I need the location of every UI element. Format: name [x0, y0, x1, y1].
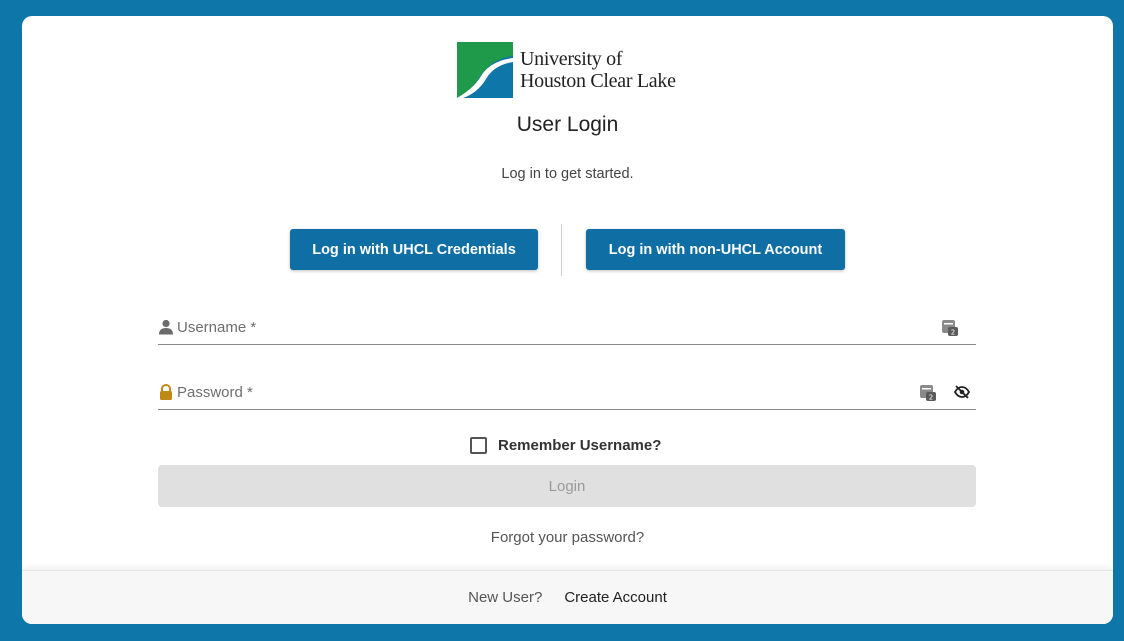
- password-manager-icon[interactable]: 2: [920, 384, 936, 401]
- remember-username[interactable]: Remember Username?: [470, 434, 661, 456]
- create-account-link[interactable]: Create Account: [564, 589, 667, 606]
- logo-line-2: Houston Clear Lake: [520, 70, 676, 92]
- password-field[interactable]: Password * 2: [158, 376, 976, 410]
- username-input[interactable]: [177, 315, 917, 341]
- button-divider: [561, 224, 562, 276]
- user-icon: [159, 319, 173, 335]
- footer-bar: New User? Create Account: [22, 570, 1113, 624]
- forgot-password-link[interactable]: Forgot your password?: [22, 529, 1113, 546]
- login-button[interactable]: Login: [158, 465, 976, 507]
- uhcl-logo-mark: [457, 42, 513, 98]
- remember-username-checkbox[interactable]: [470, 436, 487, 454]
- password-input[interactable]: [177, 380, 917, 406]
- logo-line-1: University of: [520, 48, 623, 70]
- username-field[interactable]: Username * 2: [158, 311, 976, 345]
- remember-username-label[interactable]: Remember Username?: [498, 437, 661, 454]
- lock-icon: [160, 384, 172, 400]
- password-manager-icon[interactable]: 2: [942, 319, 958, 336]
- svg-text:2: 2: [929, 394, 933, 402]
- page-subtitle: Log in to get started.: [501, 166, 634, 182]
- non-uhcl-account-button[interactable]: Log in with non-UHCL Account: [586, 229, 845, 270]
- login-card: University of Houston Clear Lake User Lo…: [22, 16, 1113, 624]
- uhcl-credentials-button[interactable]: Log in with UHCL Credentials: [290, 229, 538, 270]
- uhcl-logo: University of Houston Clear Lake: [457, 41, 697, 99]
- logo-wordmark: University of Houston Clear Lake: [520, 48, 676, 92]
- hide-password-icon[interactable]: [954, 385, 970, 399]
- new-user-label: New User?: [468, 589, 543, 606]
- page-title: User Login: [516, 113, 619, 136]
- svg-text:2: 2: [951, 329, 955, 337]
